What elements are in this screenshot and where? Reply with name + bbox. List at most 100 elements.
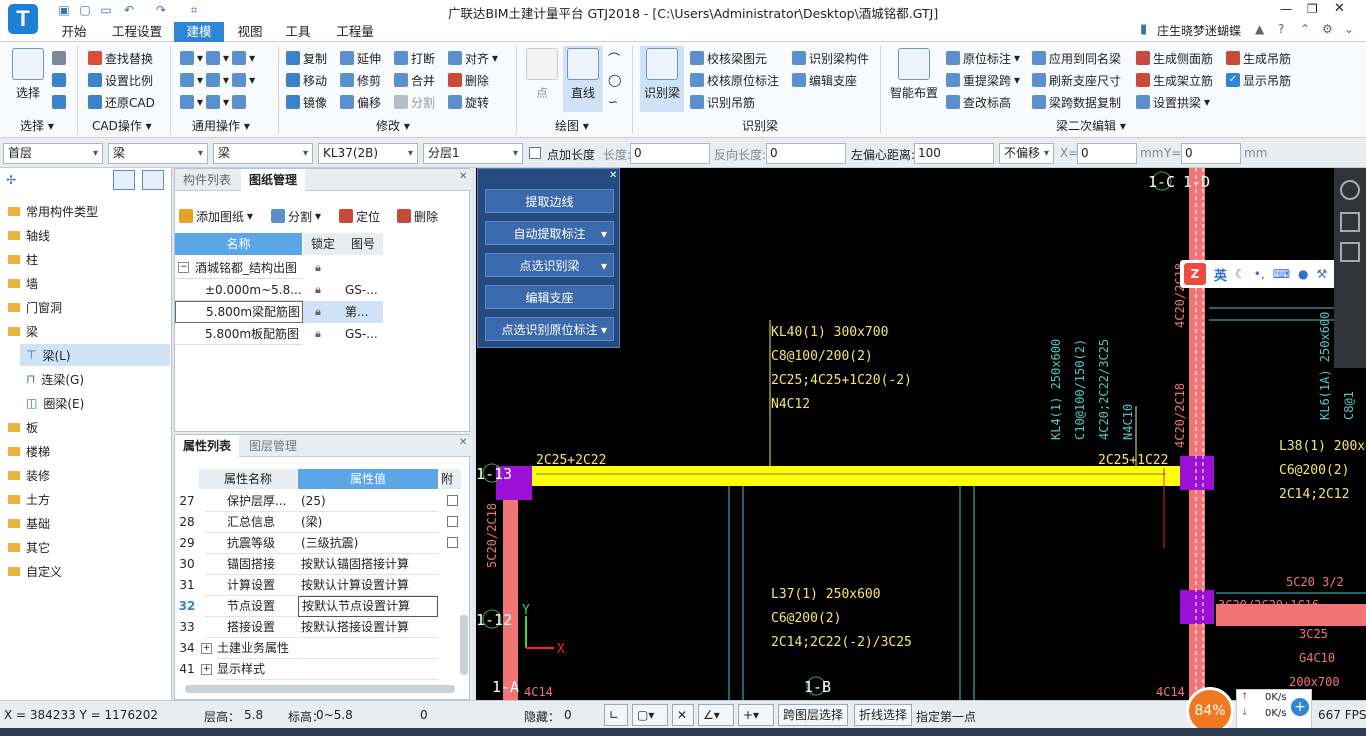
3d-view-icon[interactable]: [1340, 212, 1360, 232]
mirror-button[interactable]: 镜像: [286, 92, 327, 112]
tree-item-decoration[interactable]: 装修: [8, 464, 50, 486]
grid-icon[interactable]: [52, 92, 66, 112]
property-row-value[interactable]: 按默认计算设置计算: [298, 575, 438, 596]
property-row-name[interactable]: 保护层厚...: [205, 491, 297, 512]
tree-item-slab[interactable]: 板: [8, 416, 38, 438]
menu-tools[interactable]: 工具: [278, 22, 318, 42]
point-identify-annotation-button[interactable]: 点选识别原位标注 ▾: [485, 317, 614, 341]
merge-button[interactable]: 合并: [394, 70, 435, 90]
tab-layer-manager[interactable]: 图层管理: [241, 435, 305, 457]
align-button[interactable]: 对齐 ▾: [448, 48, 498, 68]
lock-icon[interactable]: 🔒︎: [315, 323, 321, 345]
delete-button[interactable]: 删除: [448, 70, 489, 90]
reverse-length-input[interactable]: 0: [766, 143, 846, 164]
property-row-value[interactable]: [298, 638, 438, 659]
copy-span-data-button[interactable]: 梁跨数据复制: [1032, 92, 1121, 112]
point-identify-beam-button[interactable]: 点选识别梁 ▾: [485, 253, 614, 277]
attach-checkbox[interactable]: [447, 516, 458, 527]
common-tool-2[interactable]: ▾ ▾ ▾: [180, 70, 255, 90]
expand-icon[interactable]: +: [201, 643, 212, 654]
gen-hanger-button[interactable]: 生成吊筋: [1226, 48, 1291, 68]
line-button[interactable]: 直线: [563, 46, 603, 112]
col-name[interactable]: 名称: [175, 233, 302, 255]
break-button[interactable]: 打断: [394, 48, 435, 68]
subtype-select[interactable]: 梁: [213, 143, 313, 164]
split-drawing-button[interactable]: 分割 ▾: [271, 206, 321, 226]
axis-marker[interactable]: 1-A: [492, 678, 519, 696]
gen-erection-rebar-button[interactable]: 生成架立筋: [1136, 70, 1213, 90]
tree-item-link-beam[interactable]: ⊓ 连梁(G): [26, 368, 84, 390]
curve-icon[interactable]: ∽: [608, 92, 618, 112]
col-attach[interactable]: 附: [441, 469, 461, 489]
snap-icon[interactable]: ▢▾: [632, 704, 668, 726]
col-property-name[interactable]: 属性名称: [199, 469, 297, 489]
property-row-value[interactable]: (25): [298, 491, 438, 512]
restore-icon[interactable]: ❐: [1307, 2, 1318, 16]
drawing-row-no[interactable]: GS-...: [345, 323, 378, 345]
attach-checkbox[interactable]: [447, 537, 458, 548]
smart-layout-button[interactable]: 智能布置: [886, 48, 942, 101]
property-row-name[interactable]: 节点设置: [205, 596, 297, 617]
tree-item-earthwork[interactable]: 土方: [8, 488, 50, 510]
column-purple[interactable]: [1180, 590, 1214, 624]
tree-item-foundation[interactable]: 基础: [8, 512, 50, 534]
dynamic-input-icon[interactable]: +▾: [738, 704, 774, 726]
menu-start[interactable]: 开始: [50, 22, 98, 42]
property-row-value[interactable]: (三级抗震): [298, 533, 438, 554]
tree-item-beam-l[interactable]: ⊤ 梁(L): [26, 344, 71, 366]
identify-hanger-button[interactable]: 识别吊筋: [690, 92, 755, 112]
layer-icon[interactable]: [52, 70, 66, 90]
bell-icon[interactable]: ▲: [1255, 22, 1264, 36]
apply-same-name-beam-button[interactable]: 应用到同名梁: [1032, 48, 1121, 68]
settings-icon[interactable]: ⚙: [1322, 22, 1333, 36]
drawing-row-no[interactable]: GS-...: [345, 279, 378, 301]
add-drawing-button[interactable]: 添加图纸 ▾: [179, 206, 253, 226]
axis-marker[interactable]: 1-13: [476, 463, 512, 483]
close-icon[interactable]: ✕: [1334, 1, 1345, 16]
point-button[interactable]: 点: [522, 48, 562, 101]
check-in-place-annotation-button[interactable]: 校核原位标注: [690, 70, 779, 90]
minimize-icon[interactable]: —: [1280, 2, 1292, 16]
tree-item-stair[interactable]: 楼梯: [8, 440, 50, 462]
axis-marker[interactable]: 1-B: [804, 676, 831, 696]
ime-toolbar[interactable]: Z 英 ☾ •, ⌨ ● ⚒: [1180, 260, 1338, 288]
tree-item-common[interactable]: 常用构件类型: [8, 200, 98, 222]
polyline-select-button[interactable]: 折线选择: [854, 704, 913, 726]
user-name[interactable]: 庄生晓梦迷蝴蝶: [1157, 22, 1241, 39]
undo-icon[interactable]: ↶: [120, 3, 138, 17]
locate-button[interactable]: 定位: [339, 206, 380, 226]
extend-button[interactable]: 延伸: [340, 48, 381, 68]
identify-beam-component-button[interactable]: 识别梁构件: [792, 48, 869, 68]
restore-cad-button[interactable]: 还原CAD: [88, 92, 155, 112]
drawing-row-name-selected[interactable]: 5.800m梁配筋图: [175, 301, 303, 323]
edit-support-button[interactable]: 编辑支座: [792, 70, 857, 90]
help-icon[interactable]: ?: [1278, 22, 1284, 36]
property-row-value[interactable]: 按默认节点设置计算: [298, 596, 438, 617]
collapse-icon[interactable]: −: [178, 262, 189, 273]
x-input[interactable]: 0: [1077, 143, 1137, 164]
length-input[interactable]: 0: [630, 143, 710, 164]
common-tool-3[interactable]: ▾ ▾: [180, 92, 247, 112]
property-row-value[interactable]: 按默认搭接设置计算: [298, 617, 438, 638]
drawing-row-no[interactable]: 第...: [345, 301, 368, 323]
common-tool-1[interactable]: ▾ ▾ ▾: [180, 48, 255, 68]
find-replace-button[interactable]: 查找替换: [88, 48, 153, 68]
trim-button[interactable]: 修剪: [340, 70, 381, 90]
property-row-name[interactable]: 计算设置: [205, 575, 297, 596]
2d-view-icon[interactable]: [1340, 242, 1360, 262]
tree-item-beam[interactable]: 梁: [8, 320, 38, 342]
property-row-name[interactable]: 抗震等级: [205, 533, 297, 554]
list-view-icon[interactable]: [113, 170, 135, 190]
open-icon[interactable]: ▭: [97, 3, 115, 17]
auto-extract-annotation-button[interactable]: 自动提取标注 ▾: [485, 221, 614, 245]
beam-red-left[interactable]: [503, 496, 518, 700]
tool-icon[interactable]: ⌗: [185, 3, 203, 18]
floor-select[interactable]: 首层: [3, 143, 103, 164]
axis-marker[interactable]: 1-12: [476, 609, 512, 629]
menu-view[interactable]: 视图: [230, 22, 270, 42]
offset-mode-select[interactable]: 不偏移: [999, 143, 1054, 164]
save-icon[interactable]: ▣: [55, 3, 73, 17]
circle-icon[interactable]: ◯: [608, 70, 621, 90]
lock-icon[interactable]: 🔒︎: [315, 257, 321, 279]
arc-icon[interactable]: ⌒: [608, 48, 620, 68]
